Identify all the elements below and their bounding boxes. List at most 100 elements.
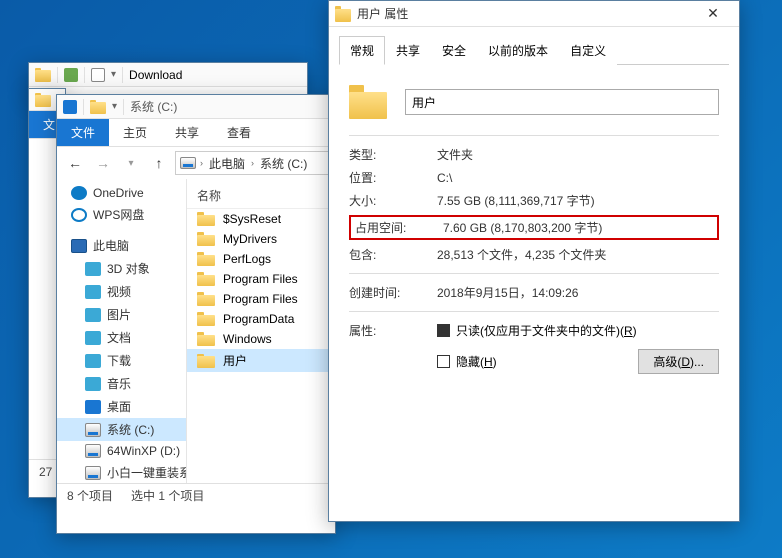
ribbon: 文件 主页 共享 查看 (57, 119, 335, 147)
hidden-label: 隐藏(H) (456, 353, 497, 370)
tree-c[interactable]: 系统 (C:) (57, 418, 186, 441)
check-icon (64, 68, 78, 82)
tree-dl[interactable]: 下载 (57, 349, 186, 372)
tab-general[interactable]: 常规 (339, 36, 385, 65)
ondisk-highlight: 占用空间:7.60 GB (8,170,803,200 字节) (349, 215, 719, 240)
tree-3d[interactable]: 3D 对象 (57, 257, 186, 280)
copy-icon (91, 68, 105, 82)
folder-icon (197, 292, 215, 306)
folder-icon (335, 6, 351, 22)
list-item[interactable]: PerfLogs (187, 249, 335, 269)
onedrive-icon (71, 186, 87, 200)
contains-value: 28,513 个文件，4,235 个文件夹 (437, 246, 606, 263)
readonly-label: 只读(仅应用于文件夹中的文件)(R) (456, 322, 637, 339)
video-icon (85, 285, 101, 299)
folder-icon (349, 85, 387, 119)
chevron-down-icon[interactable]: ▾ (111, 69, 116, 80)
hidden-checkbox[interactable] (437, 355, 450, 368)
folder-icon (197, 332, 215, 346)
wps-icon (71, 208, 87, 222)
folder-icon (35, 68, 51, 82)
tab-prev[interactable]: 以前的版本 (477, 36, 559, 65)
app-icon (63, 100, 77, 114)
folder-icon (197, 232, 215, 246)
folder-icon (197, 354, 215, 368)
ondisk-label: 占用空间: (355, 219, 443, 236)
status-bar: 8 个项目 选中 1 个项目 (57, 483, 335, 507)
attr-label: 属性: (349, 322, 437, 339)
crumb-pc[interactable]: 此电脑 (207, 155, 247, 172)
qat-download: ▾ Download (29, 63, 307, 87)
dl-icon (85, 354, 101, 368)
col-name[interactable]: 名称 (187, 183, 335, 209)
tree-music[interactable]: 音乐 (57, 372, 186, 395)
desktop-icon (85, 400, 101, 414)
navbar: ← → ▾ ↑ › 此电脑 › 系统 (C:) (57, 147, 335, 179)
status-count: 8 个项目 (67, 487, 113, 504)
3d-icon (85, 262, 101, 276)
home-tab[interactable]: 主页 (109, 119, 161, 146)
ondisk-value: 7.60 GB (8,170,803,200 字节) (443, 219, 602, 236)
dialog-title: 用户 属性 (357, 5, 693, 22)
back-button[interactable]: ← (63, 151, 87, 175)
type-label: 类型: (349, 146, 437, 163)
tree-pics[interactable]: 图片 (57, 303, 186, 326)
tree-desk[interactable]: 桌面 (57, 395, 186, 418)
tab-custom[interactable]: 自定义 (559, 36, 617, 65)
tree-video[interactable]: 视频 (57, 280, 186, 303)
loc-value: C:\ (437, 171, 452, 185)
crumb-c[interactable]: 系统 (C:) (258, 155, 309, 172)
folder-icon (197, 252, 215, 266)
chevron-down-icon[interactable]: ▾ (112, 101, 117, 112)
view-tab[interactable]: 查看 (213, 119, 265, 146)
address-bar[interactable]: › 此电脑 › 系统 (C:) (175, 151, 329, 175)
folder-icon (197, 212, 215, 226)
forward-button[interactable]: → (91, 151, 115, 175)
drive-icon (85, 444, 101, 458)
qat: ▾ 系统 (C:) (57, 95, 335, 119)
folder-icon (35, 93, 51, 107)
docs-icon (85, 331, 101, 345)
size-value: 7.55 GB (8,111,369,717 字节) (437, 192, 595, 209)
readonly-checkbox[interactable]: ■ (437, 324, 450, 337)
list-item[interactable]: MyDrivers (187, 229, 335, 249)
properties-dialog: 用户 属性 ✕ 常规 共享 安全 以前的版本 自定义 类型:文件夹 位置:C:\… (328, 0, 740, 522)
created-label: 创建时间: (349, 284, 437, 301)
loc-label: 位置: (349, 169, 437, 186)
nav-tree: OneDrive WPS网盘 此电脑 3D 对象 视频 图片 文档 下载 音乐 … (57, 179, 187, 483)
tree-onedrive[interactable]: OneDrive (57, 183, 186, 203)
advanced-button[interactable]: 高级(D)... (638, 349, 719, 374)
list-item-users[interactable]: 用户 (187, 349, 335, 372)
recent-button[interactable]: ▾ (119, 151, 143, 175)
list-item[interactable]: Program Files (187, 269, 335, 289)
up-button[interactable]: ↑ (147, 151, 171, 175)
list-item[interactable]: Windows (187, 329, 335, 349)
status-selected: 选中 1 个项目 (131, 487, 204, 504)
tree-e[interactable]: 小白一键重装系 (57, 461, 186, 483)
size-label: 大小: (349, 192, 437, 209)
list-item[interactable]: $SysReset (187, 209, 335, 229)
status-count: 27 (39, 465, 52, 479)
tree-wps[interactable]: WPS网盘 (57, 203, 186, 226)
share-tab[interactable]: 共享 (161, 119, 213, 146)
window-title: 系统 (C:) (130, 98, 177, 115)
tree-thispc[interactable]: 此电脑 (57, 234, 186, 257)
list-item[interactable]: Program Files (187, 289, 335, 309)
tab-share[interactable]: 共享 (385, 36, 431, 65)
name-field[interactable] (405, 89, 719, 115)
list-item[interactable]: ProgramData (187, 309, 335, 329)
close-button[interactable]: ✕ (693, 2, 733, 26)
window-title: Download (129, 68, 182, 82)
pc-icon (71, 239, 87, 253)
drive-icon (180, 157, 196, 169)
file-tab[interactable]: 文件 (57, 119, 109, 146)
folder-icon (197, 272, 215, 286)
tab-security[interactable]: 安全 (431, 36, 477, 65)
tree-d[interactable]: 64WinXP (D:) (57, 441, 186, 461)
pictures-icon (85, 308, 101, 322)
type-value: 文件夹 (437, 146, 473, 163)
drive-icon (85, 466, 101, 480)
folder-icon (197, 312, 215, 326)
tree-docs[interactable]: 文档 (57, 326, 186, 349)
folder-icon (90, 100, 106, 114)
